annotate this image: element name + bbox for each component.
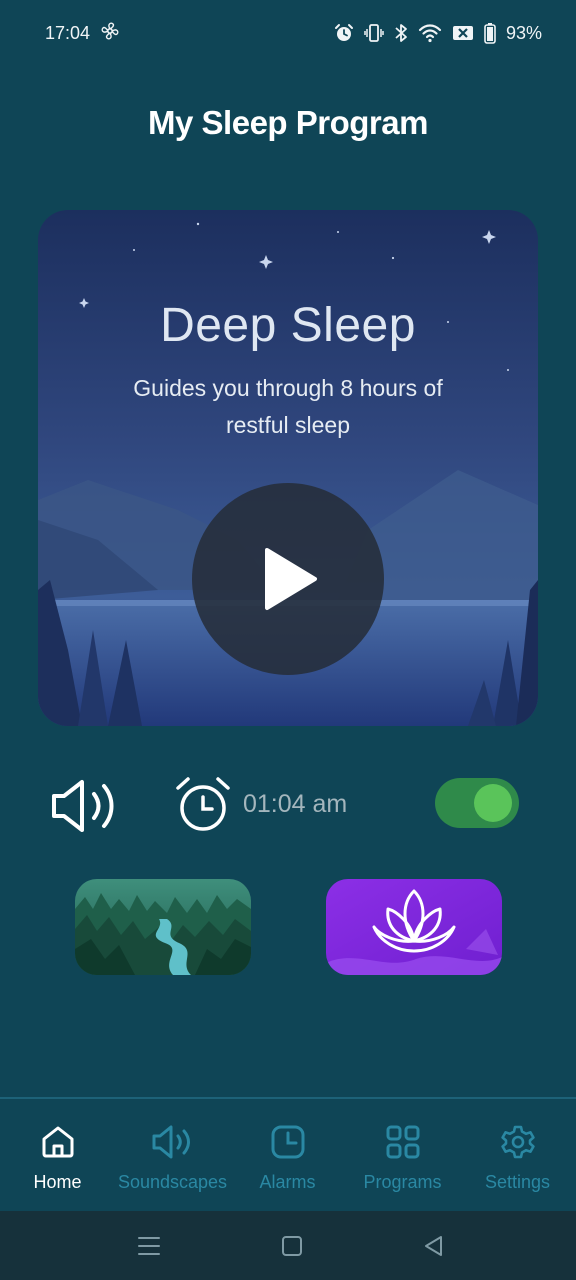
back-icon[interactable] (421, 1233, 447, 1259)
speaker-icon (152, 1125, 190, 1159)
play-button[interactable] (192, 483, 384, 675)
nav-settings[interactable]: Settings (460, 1099, 575, 1211)
system-navigation-bar (0, 1211, 576, 1280)
home-button-icon[interactable] (279, 1233, 305, 1259)
nav-soundscapes[interactable]: Soundscapes (115, 1099, 230, 1211)
wifi-icon (418, 23, 442, 43)
alarm-toggle[interactable] (435, 778, 519, 828)
toggle-knob (474, 784, 512, 822)
play-icon (265, 548, 317, 610)
lotus-meditation-tile[interactable] (326, 879, 502, 975)
nav-alarms-label: Alarms (259, 1172, 316, 1192)
clock-icon (271, 1125, 304, 1159)
app-screen: 17:04 93% My Sleep Program Deep Sleep Gu… (0, 0, 576, 1280)
program-subtitle: Guides you through 8 hours of restful sl… (133, 375, 443, 438)
forest-river-illustration (75, 879, 251, 975)
battery-icon (484, 22, 496, 44)
menu-icon[interactable] (136, 1233, 162, 1259)
program-title: Deep Sleep (160, 299, 416, 352)
bottom-navigation: Home Soundscapes Alarms Programs Setting… (0, 1097, 576, 1211)
controls-row: 01:04 am (0, 770, 576, 840)
alarm-time[interactable]: 01:04 am (243, 790, 347, 819)
program-hero-card[interactable]: Deep Sleep Guides you through 8 hours of… (38, 210, 538, 726)
nav-home-label: Home (33, 1172, 82, 1192)
gear-icon (500, 1125, 535, 1159)
no-sim-icon (452, 24, 474, 42)
volume-icon (52, 780, 114, 832)
status-left: 17:04 (45, 21, 120, 46)
lotus-illustration (326, 879, 502, 975)
nav-home[interactable]: Home (0, 1099, 115, 1211)
battery-percentage: 93% (505, 22, 542, 43)
alarm-clock-icon[interactable] (174, 776, 232, 834)
fan-icon (100, 21, 120, 46)
grid-icon (386, 1125, 419, 1159)
nav-settings-label: Settings (484, 1172, 551, 1192)
nav-alarms[interactable]: Alarms (230, 1099, 345, 1211)
nav-programs-label: Programs (363, 1172, 442, 1192)
vibrate-icon (364, 23, 384, 43)
alarm-status-icon (334, 23, 354, 43)
page-title: My Sleep Program (148, 104, 428, 141)
status-right: 93% (334, 22, 542, 44)
nature-river-tile[interactable] (75, 879, 251, 975)
nav-programs[interactable]: Programs (345, 1099, 460, 1211)
nav-soundscapes-label: Soundscapes (117, 1172, 228, 1192)
status-time: 17:04 (45, 22, 91, 43)
bluetooth-icon (394, 23, 408, 43)
status-bar: 17:04 93% (0, 0, 576, 66)
volume-button[interactable] (48, 778, 122, 834)
home-icon (42, 1126, 73, 1158)
